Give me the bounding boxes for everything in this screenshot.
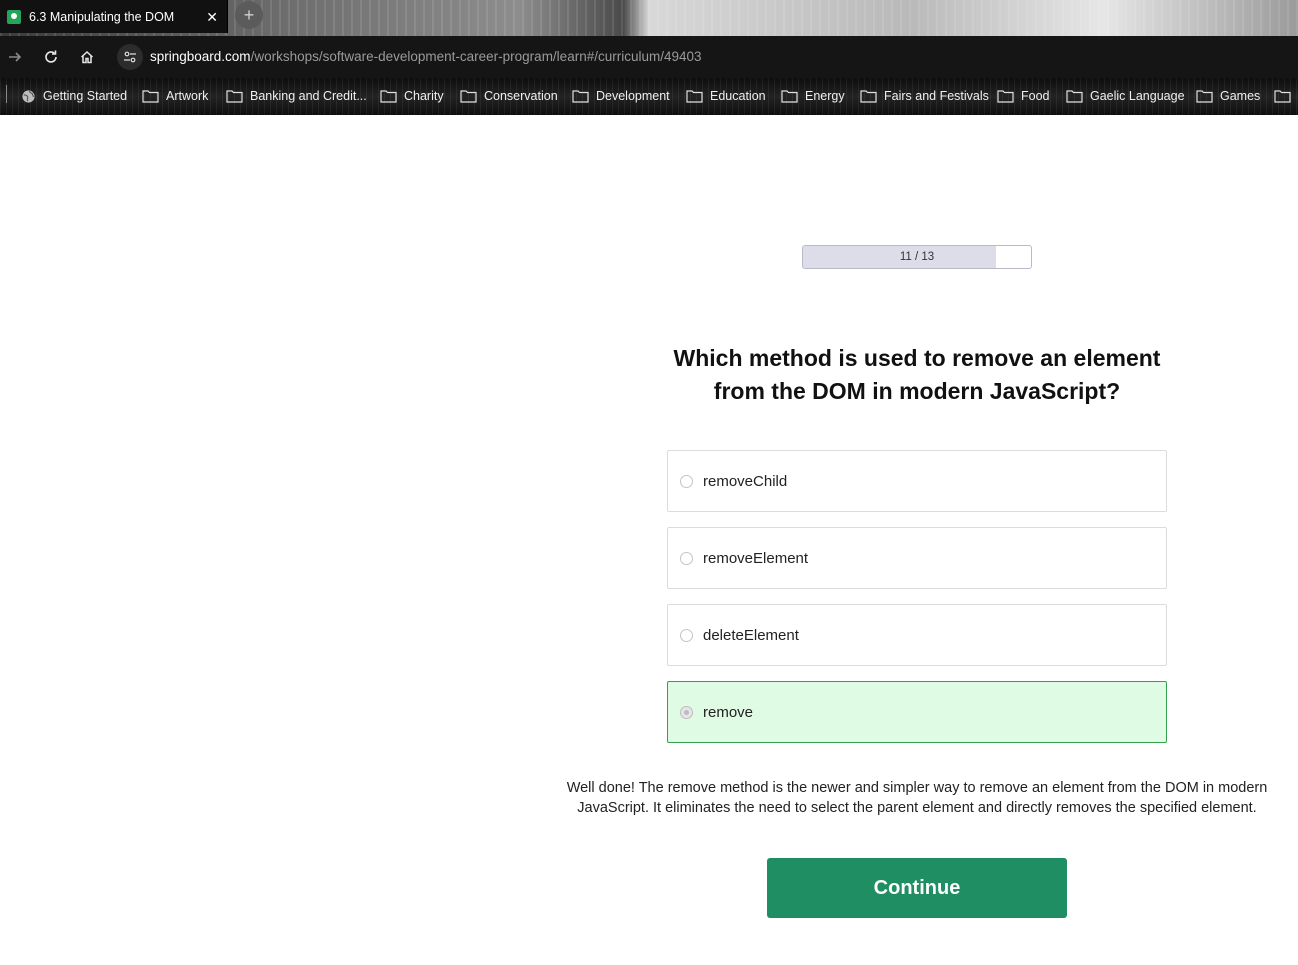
- folder-icon: [226, 90, 243, 103]
- answer-option-removeelement[interactable]: removeElement: [667, 527, 1167, 589]
- bookmark-label: Games: [1220, 89, 1261, 103]
- bookmark-label: Charity: [404, 89, 444, 103]
- bookmark-food[interactable]: Food: [997, 86, 1050, 106]
- bookmark-label: Fairs and Festivals: [884, 89, 989, 103]
- reload-icon[interactable]: [42, 48, 60, 66]
- progress-label: 11 / 13: [899, 251, 935, 263]
- radio-button[interactable]: [680, 628, 693, 642]
- bookmark-label: Food: [1021, 89, 1050, 103]
- bookmark-label: Education: [710, 89, 766, 103]
- site-settings-icon[interactable]: [117, 44, 143, 70]
- bookmark-banking[interactable]: Banking and Credit...: [226, 86, 367, 106]
- answer-label: removeChild: [703, 472, 788, 490]
- answer-label: deleteElement: [703, 626, 799, 644]
- globe-icon: [22, 89, 35, 103]
- folder-icon: [860, 90, 877, 103]
- bookmarks-separator: [6, 85, 7, 103]
- answer-feedback: Well done! The remove method is the newe…: [566, 780, 1268, 816]
- question-text: Which method is used to remove an elemen…: [673, 345, 1161, 404]
- url-path: /workshops/software-development-career-p…: [250, 49, 702, 64]
- bookmark-games[interactable]: Games: [1196, 86, 1260, 106]
- answer-label: remove: [703, 703, 754, 721]
- folder-icon: [380, 90, 397, 103]
- bookmark-energy[interactable]: Energy: [781, 86, 845, 106]
- forward-arrow-icon[interactable]: [6, 48, 24, 66]
- folder-icon: [1196, 90, 1213, 103]
- folder-icon: [142, 90, 159, 103]
- bookmark-label: Development: [596, 89, 670, 103]
- bookmark-gaelic-language[interactable]: Gaelic Language: [1066, 86, 1185, 106]
- bookmark-label: Conservation: [484, 89, 558, 103]
- close-icon[interactable]: ✕: [206, 10, 218, 24]
- browser-chrome: 6.3 Manipulating the DOM ✕ + springboard…: [0, 0, 1298, 115]
- browser-toolbar: springboard.com/workshops/software-devel…: [0, 36, 1298, 78]
- bookmark-label: Energy: [805, 89, 845, 103]
- bookmark-getting-started[interactable]: Getting Started: [21, 86, 127, 106]
- answer-option-removechild[interactable]: removeChild: [667, 450, 1167, 512]
- bookmark-label: Banking and Credit...: [250, 89, 367, 103]
- continue-button[interactable]: Continue: [767, 858, 1067, 918]
- bookmark-development[interactable]: Development: [572, 86, 670, 106]
- tab-strip: 6.3 Manipulating the DOM ✕ +: [0, 0, 1298, 36]
- folder-icon: [686, 90, 703, 103]
- folder-icon: [572, 90, 589, 103]
- folder-icon: [1066, 90, 1083, 103]
- folder-icon: [781, 90, 798, 103]
- bookmark-label: Artwork: [166, 89, 209, 103]
- answer-option-remove[interactable]: remove: [667, 681, 1167, 743]
- bookmark-label: Gaelic Language: [1090, 89, 1185, 103]
- bookmark-artwork[interactable]: Artwork: [142, 86, 208, 106]
- folder-icon: [1274, 90, 1291, 103]
- address-bar[interactable]: springboard.com/workshops/software-devel…: [150, 49, 702, 64]
- springboard-favicon-icon: [7, 9, 21, 24]
- browser-tab-active[interactable]: 6.3 Manipulating the DOM ✕: [0, 0, 228, 33]
- new-tab-button[interactable]: +: [235, 1, 263, 29]
- folder-icon: [460, 90, 477, 103]
- home-icon[interactable]: [78, 48, 96, 66]
- url-host: springboard.com: [150, 49, 251, 64]
- quiz-progress-bar: 11 / 13: [802, 245, 1032, 269]
- radio-button-selected[interactable]: [680, 705, 693, 719]
- bookmark-charity[interactable]: Charity: [380, 86, 444, 106]
- tab-title: 6.3 Manipulating the DOM: [29, 9, 175, 24]
- bookmark-more-folder[interactable]: [1274, 86, 1298, 106]
- bookmark-conservation[interactable]: Conservation: [460, 86, 558, 106]
- folder-icon: [997, 90, 1014, 103]
- radio-button[interactable]: [680, 474, 693, 488]
- radio-button[interactable]: [680, 551, 693, 565]
- bookmark-education[interactable]: Education: [686, 86, 766, 106]
- bookmark-fairs-and-festivals[interactable]: Fairs and Festivals: [860, 86, 989, 106]
- answer-option-deleteelement[interactable]: deleteElement: [667, 604, 1167, 666]
- answer-label: removeElement: [703, 549, 809, 567]
- bookmark-label: Getting Started: [43, 89, 128, 103]
